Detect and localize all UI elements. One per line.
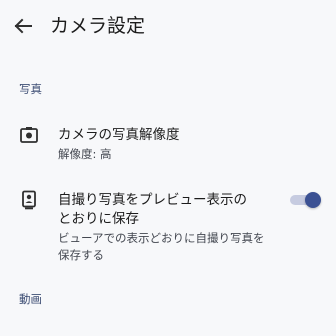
page-title: カメラ設定 <box>50 15 146 37</box>
back-button[interactable] <box>9 12 37 40</box>
camera-icon <box>19 125 39 145</box>
top-app-bar: カメラ設定 <box>0 0 336 56</box>
arrow-back-icon <box>14 18 32 34</box>
setting-summary-line2: 保存する <box>58 248 104 262</box>
setting-summary: 解像度: 高 <box>58 147 112 161</box>
setting-title: カメラの写真解像度 <box>58 127 180 143</box>
save-selfie-toggle-switch[interactable] <box>288 190 322 210</box>
setting-title-line2: とおりに保存 <box>58 211 139 227</box>
setting-title-line1: 自撮り写真をプレビュー表示の <box>58 192 247 208</box>
portrait-mirror-icon <box>19 190 39 210</box>
section-header-photo: 写真 <box>19 82 42 96</box>
section-header-video: 動画 <box>19 292 42 306</box>
toggle-thumb <box>305 192 321 208</box>
setting-summary-line1: ビューアでの表示どおりに自撮り写真を <box>58 231 265 245</box>
